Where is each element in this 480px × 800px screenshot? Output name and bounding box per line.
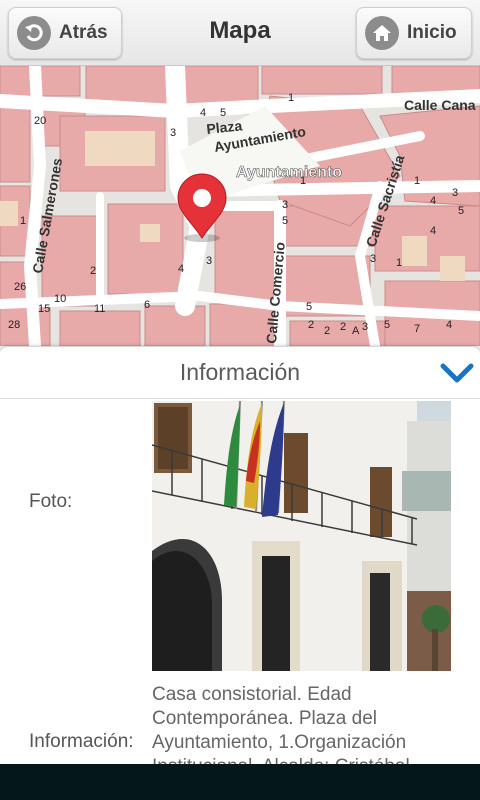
map-number: 28 [8, 319, 20, 331]
info-label: Información: [29, 731, 134, 752]
map-number: 5 [306, 301, 312, 313]
back-arrow-icon [17, 16, 51, 50]
map-number: 15 [38, 303, 50, 315]
info-panel-title: Información [179, 359, 301, 385]
map-number: 20 [34, 115, 46, 127]
app-screen: Atrás Mapa Inicio Plaza Ayuntamiento Cal… [0, 0, 480, 800]
photo-label: Foto: [29, 491, 73, 512]
map-number: 10 [54, 293, 66, 305]
page-title: Mapa [209, 17, 271, 44]
map-number: 3 [362, 321, 368, 333]
map-number: A [352, 325, 360, 337]
map-number: 1 [20, 215, 26, 227]
back-button[interactable]: Atrás [8, 7, 122, 59]
map-number: 5 [220, 107, 226, 119]
map-number: 11 [94, 303, 105, 315]
info-panel: Información Foto: Información: Casa cons… [0, 346, 480, 764]
map-number: 2 [340, 321, 346, 333]
home-button[interactable]: Inicio [356, 7, 472, 59]
map-number: 4 [200, 107, 206, 119]
map-number: 3 [170, 127, 176, 139]
system-nav-bar [0, 764, 480, 800]
home-icon [365, 16, 399, 50]
map-view[interactable]: Plaza Ayuntamiento Calle Cana Calle Salm… [0, 66, 480, 346]
map-number: 3 [370, 253, 376, 265]
map-number: 4 [430, 195, 436, 207]
map-number: 2 [324, 325, 330, 337]
info-panel-header[interactable]: Información [0, 347, 480, 399]
building-photo[interactable] [152, 401, 451, 671]
map-label-calle-cana: Calle Cana [404, 97, 476, 113]
home-button-label: Inicio [407, 22, 457, 43]
map-number: 4 [178, 263, 184, 275]
map-number: 3 [206, 255, 212, 267]
map-number: 1 [396, 257, 402, 269]
map-number: 3 [452, 187, 458, 199]
map-number: 1 [300, 175, 306, 187]
map-number: 3 [282, 199, 288, 211]
info-description: Casa consistorial. Edad Contemporánea. P… [152, 684, 410, 764]
map-number: 7 [414, 323, 420, 335]
map-number: 1 [414, 175, 420, 187]
map-number: 5 [458, 205, 464, 217]
map-number: 4 [446, 319, 452, 331]
map-number: 5 [282, 215, 288, 227]
map-number: 1 [288, 92, 294, 104]
back-button-label: Atrás [59, 22, 108, 43]
map-number: 4 [430, 225, 436, 237]
map-number: 2 [308, 319, 314, 331]
map-number: 6 [144, 299, 150, 311]
map-number: 5 [384, 319, 390, 331]
map-poi-label: Ayuntamiento [236, 164, 342, 181]
map-number: 26 [14, 281, 26, 293]
header-bar: Atrás Mapa Inicio [0, 0, 480, 66]
map-number: 2 [90, 265, 96, 277]
chevron-down-icon[interactable] [440, 361, 474, 385]
